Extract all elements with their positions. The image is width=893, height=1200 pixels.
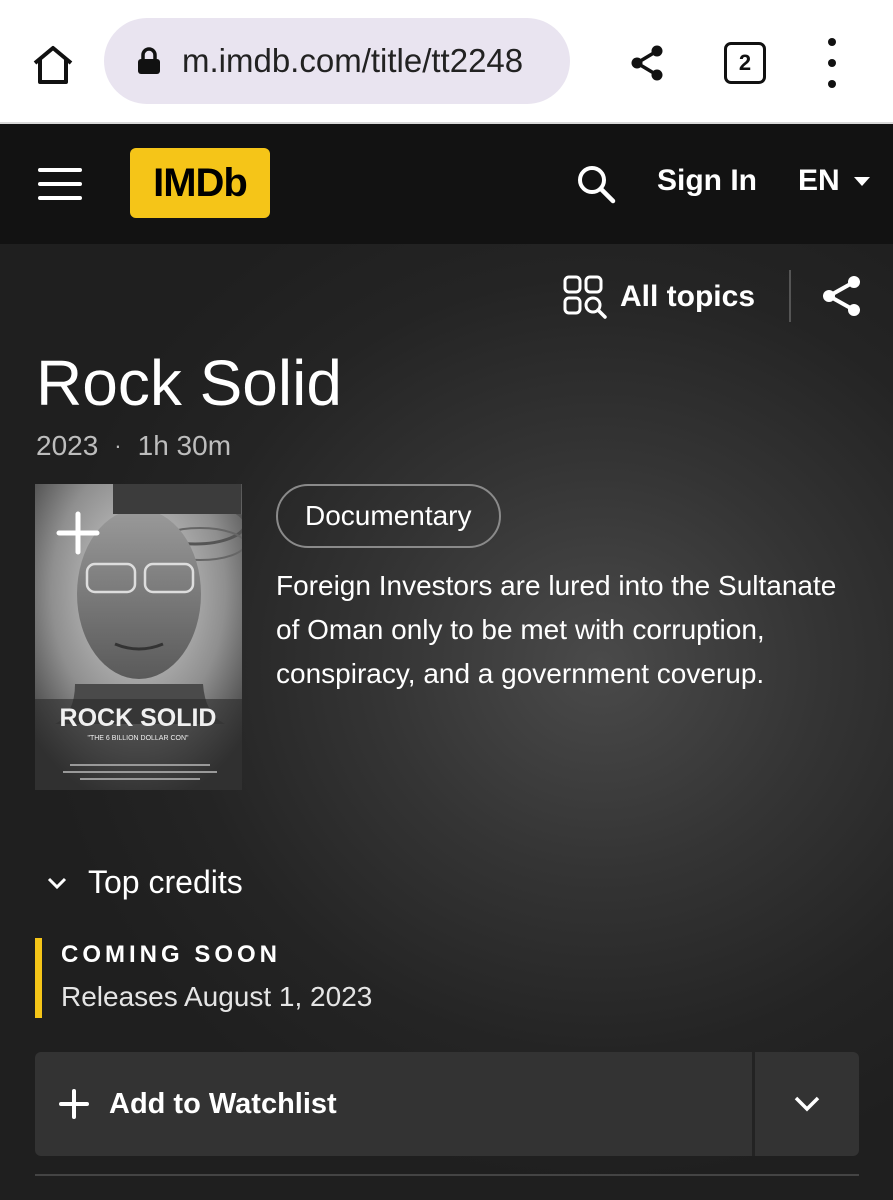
runtime: 1h 30m	[137, 430, 232, 461]
poster-tagline: "THE 6 BILLION DOLLAR CON"	[87, 735, 189, 742]
lock-icon	[134, 46, 164, 76]
divider	[35, 1174, 859, 1176]
tab-switcher-button[interactable]: 2	[724, 42, 766, 84]
all-topics-button[interactable]: All topics	[562, 274, 755, 320]
chevron-down-icon	[794, 1096, 820, 1112]
grid-search-icon	[563, 275, 607, 319]
title-hero: All topics Rock Solid 2023 · 1h 30m ROCK…	[0, 244, 893, 1200]
url-text: m.imdb.com/title/tt2248	[182, 42, 524, 79]
imdb-logo[interactable]: IMDb	[130, 148, 270, 218]
more-options-icon[interactable]	[818, 38, 846, 88]
language-label: EN	[798, 164, 840, 197]
browser-toolbar: m.imdb.com/title/tt2248 2	[0, 0, 893, 124]
share-icon[interactable]	[820, 274, 864, 318]
site-header: IMDb Sign In EN	[0, 124, 893, 244]
plus-icon	[59, 1089, 89, 1119]
coming-soon-label: COMING SOON	[61, 941, 282, 968]
title-metadata: 2023 · 1h 30m	[36, 430, 231, 462]
divider	[789, 270, 791, 322]
top-credits-label: Top credits	[88, 864, 243, 900]
sign-in-link[interactable]: Sign In	[657, 164, 757, 198]
release-year[interactable]: 2023	[36, 430, 98, 462]
poster-title: ROCK SOLID	[60, 704, 217, 732]
add-to-watchlist-icon[interactable]	[55, 510, 101, 556]
address-bar[interactable]: m.imdb.com/title/tt2248	[104, 18, 570, 104]
release-date: Releases August 1, 2023	[61, 981, 373, 1012]
meta-separator: ·	[114, 433, 122, 458]
watchlist-label: Add to Watchlist	[109, 1087, 337, 1120]
watchlist-options-button[interactable]	[755, 1052, 859, 1156]
tab-count: 2	[738, 50, 752, 75]
poster-image[interactable]: ROCK SOLID "THE 6 BILLION DOLLAR CON"	[35, 484, 242, 790]
all-topics-label: All topics	[620, 280, 756, 313]
release-status: COMING SOON Releases August 1, 2023	[35, 938, 535, 1018]
genre-chip-documentary[interactable]: Documentary	[276, 484, 501, 548]
hamburger-menu-icon[interactable]	[38, 168, 82, 200]
chevron-down-icon	[47, 877, 67, 889]
search-icon[interactable]	[574, 162, 618, 206]
page-title: Rock Solid	[36, 347, 342, 419]
plot-summary: Foreign Investors are lured into the Sul…	[276, 570, 837, 689]
share-icon[interactable]	[624, 40, 670, 86]
add-to-watchlist-button[interactable]: Add to Watchlist	[35, 1052, 755, 1156]
language-selector[interactable]: EN	[798, 164, 870, 198]
top-credits-toggle[interactable]: Top credits	[46, 864, 243, 901]
caret-down-icon	[853, 176, 870, 186]
home-icon[interactable]	[26, 38, 80, 92]
watchlist-control: Add to Watchlist	[35, 1052, 859, 1156]
